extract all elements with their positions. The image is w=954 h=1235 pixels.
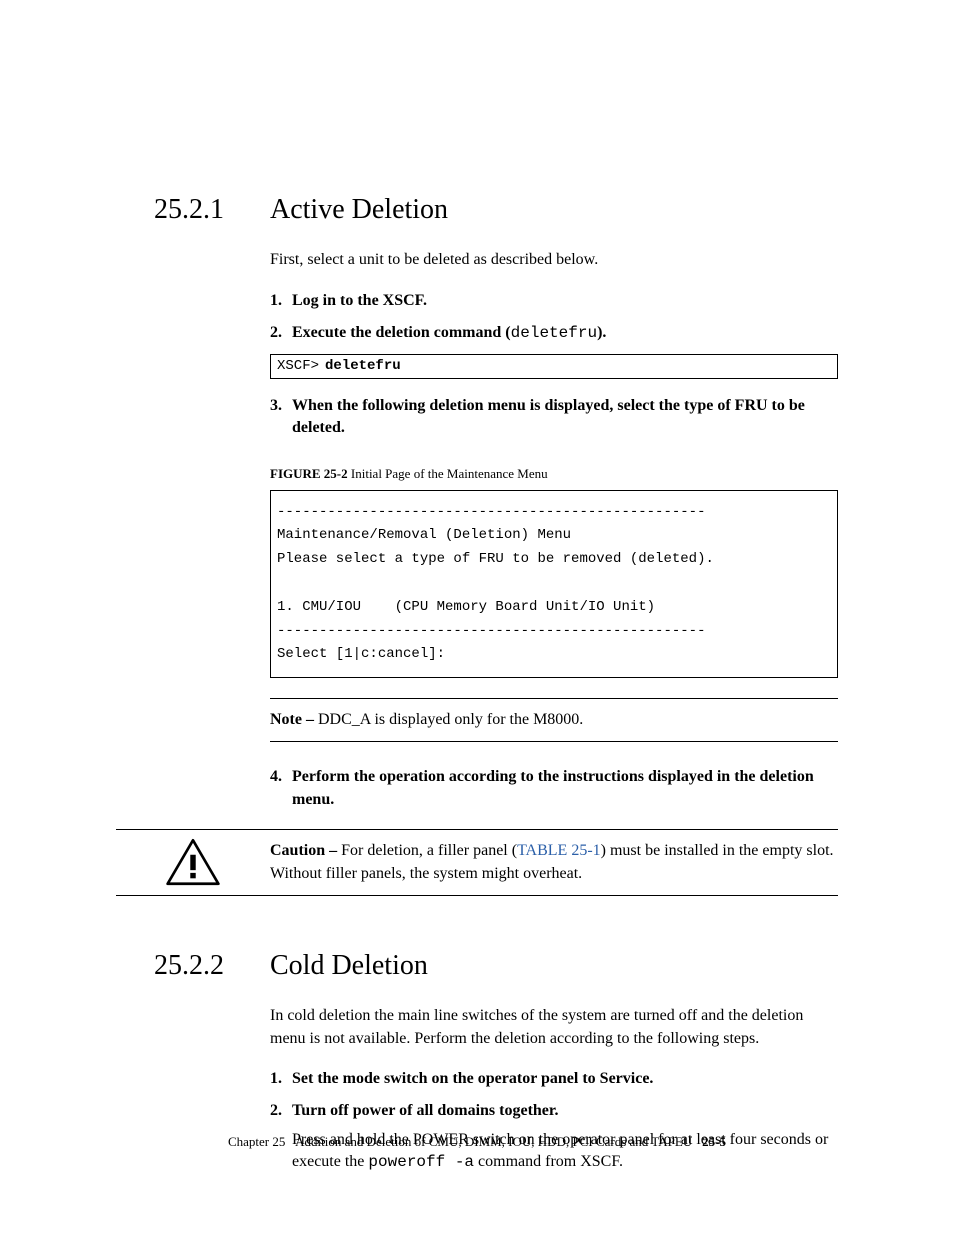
footer-title: Addition and Deletion of CMU, DIMM, IOU,… — [295, 1134, 692, 1149]
step-number: 1. — [270, 290, 292, 312]
step-text: Set the mode switch on the operator pane… — [292, 1068, 838, 1090]
code-block: ----------------------------------------… — [270, 490, 838, 679]
page-footer: Chapter 25 Addition and Deletion of CMU,… — [0, 1133, 954, 1151]
note-fragment: command from XSCF. — [474, 1153, 623, 1170]
note-block: Note – DDC_A is displayed only for the M… — [270, 698, 838, 742]
step-number: 1. — [270, 1068, 292, 1090]
intro-paragraph: In cold deletion the main line switches … — [270, 1005, 838, 1050]
caution-block: Caution – For deletion, a filler panel (… — [116, 829, 838, 896]
section-number: 25.2.2 — [116, 946, 270, 985]
code-command: deletefru — [325, 357, 401, 375]
step-fragment: Execute the deletion command ( — [292, 324, 511, 341]
section-title: Active Deletion — [270, 190, 448, 229]
step-text: Perform the operation according to the i… — [292, 766, 838, 811]
step-number: 4. — [270, 766, 292, 811]
section-number: 25.2.1 — [116, 190, 270, 229]
caution-icon — [116, 830, 270, 888]
step-text: Execute the deletion command (deletefru)… — [292, 322, 838, 344]
note-body: DDC_A is displayed only for the M8000. — [314, 711, 583, 728]
caution-fragment: For deletion, a filler panel ( — [337, 842, 517, 859]
table-cross-reference[interactable]: TABLE 25-1 — [517, 842, 601, 859]
step-fragment: ). — [597, 324, 606, 341]
inline-code: poweroff -a — [368, 1153, 474, 1171]
step-number: 2. — [270, 1100, 292, 1122]
step-text: Log in to the XSCF. — [292, 290, 838, 312]
footer-page-number: 25-5 — [702, 1134, 726, 1149]
figure-label: FIGURE 25-2 — [270, 466, 348, 481]
step-text: Turn off power of all domains together. — [292, 1100, 838, 1122]
section-title: Cold Deletion — [270, 946, 428, 985]
code-block: XSCF> deletefru — [270, 354, 838, 378]
footer-chapter: Chapter 25 — [228, 1134, 285, 1149]
intro-paragraph: First, select a unit to be deleted as de… — [270, 249, 838, 271]
step-number: 3. — [270, 395, 292, 440]
step-text: When the following deletion menu is disp… — [292, 395, 838, 440]
note-label: Note – — [270, 711, 314, 728]
figure-title: Initial Page of the Maintenance Menu — [351, 466, 548, 481]
inline-code: deletefru — [511, 324, 597, 342]
code-prompt: XSCF> — [277, 357, 319, 375]
caution-label: Caution – — [270, 842, 337, 859]
step-number: 2. — [270, 322, 292, 344]
